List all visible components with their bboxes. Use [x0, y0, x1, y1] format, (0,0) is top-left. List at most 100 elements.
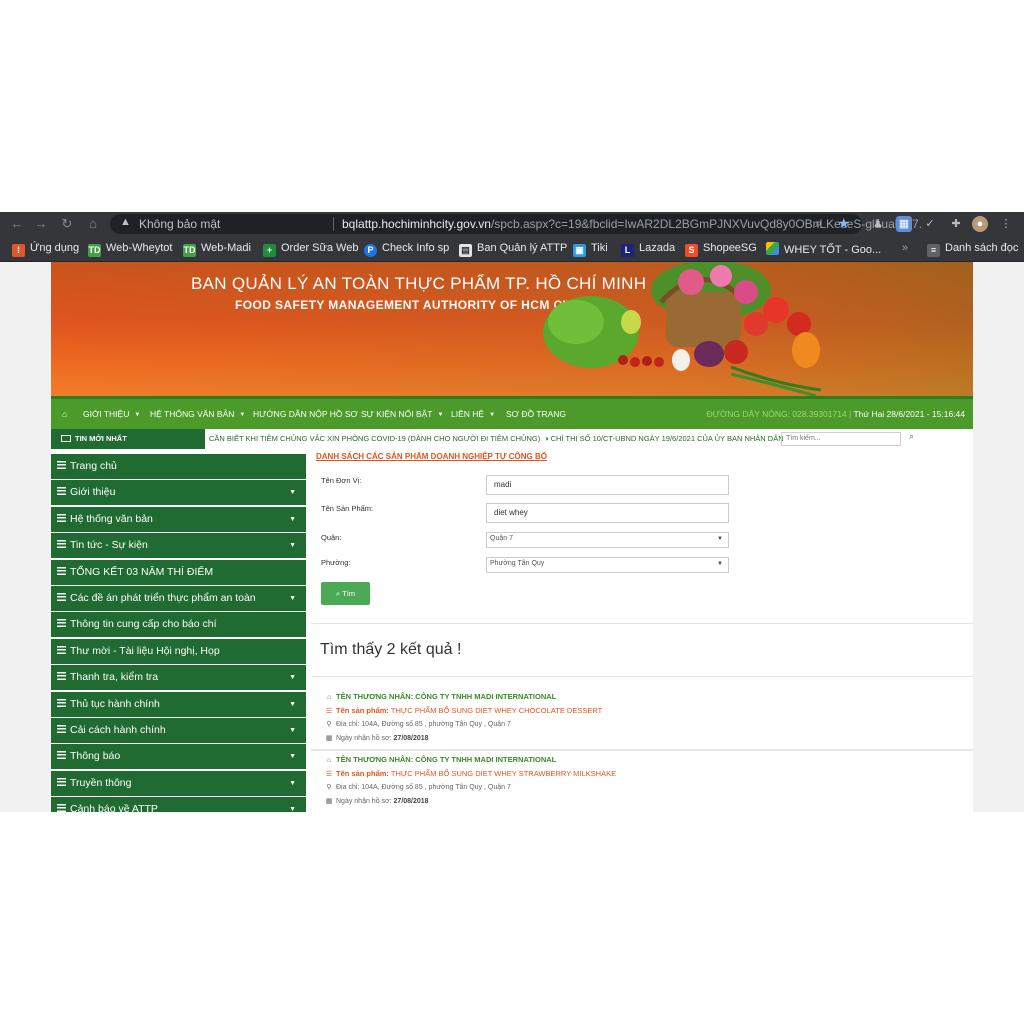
sheets-icon: + — [263, 244, 276, 257]
bookmark-star-icon[interactable]: ★ — [837, 215, 850, 232]
list-icon — [57, 513, 66, 522]
product-label: Tên Sản Phẩm: — [321, 504, 374, 513]
list-icon — [57, 804, 66, 812]
news-ticker-item[interactable]: CẦN BIẾT KHI TIÊM CHỦNG VẮC XIN PHÒNG CO… — [209, 429, 540, 449]
sidebar-item-trang-chu[interactable]: Trang chủ — [51, 454, 306, 479]
main-content: DANH SÁCH CÁC SẢN PHẨM DOANH NGHIỆP TỰ C… — [311, 449, 973, 812]
result-address: ⚲ Địa chỉ: 104A, Đường số 85 , phường Tân… — [326, 784, 511, 791]
chevron-down-icon: ▼ — [289, 779, 296, 787]
zoom-icon[interactable]: ⌕ — [815, 216, 822, 231]
chevron-down-icon: ▼ — [289, 515, 296, 523]
chevron-down-icon: ▼ — [134, 412, 141, 418]
sidebar-item-bao-chi[interactable]: Thông tin cung cấp cho báo chí — [51, 612, 306, 638]
news-label: TIN MỚI NHẤT — [51, 429, 205, 449]
bookmark-apps[interactable]: ⁞ Ứng dụng — [12, 242, 79, 257]
result-item[interactable]: ⌂ TÊN THƯƠNG NHÂN: CÔNG TY TNHH MADI INTE… — [325, 755, 965, 811]
url-text[interactable]: bqlattp.hochiminhcity.gov.vn/spcb.aspx?c… — [342, 217, 922, 231]
district-select[interactable]: Quận 7 ▼ — [486, 532, 729, 548]
sidebar-item-he-thong-van-ban[interactable]: Hệ thống văn bản ▼ — [51, 506, 306, 532]
chevron-down-icon: ▼ — [289, 595, 296, 602]
result-product[interactable]: ☰ Tên sản phẩm: THỰC PHẨM BỔ SUNG DIET WH… — [325, 706, 965, 720]
sidebar-item-gioi-thieu[interactable]: Giới thiệu ▼ — [51, 480, 306, 506]
dropdown-arrow-icon: ▼ — [717, 536, 723, 542]
back-arrow-icon[interactable]: ← — [8, 215, 26, 233]
extension-icon[interactable]: ▦ — [896, 216, 912, 232]
calendar-icon: ▦ — [325, 735, 333, 742]
nav-item-so-do-trang[interactable]: SƠ ĐỒ TRANG — [506, 399, 566, 429]
bookmark-check-info[interactable]: P Check Info sp — [364, 242, 449, 257]
chevron-down-icon: ▼ — [289, 727, 296, 734]
results-count: Tìm thấy 2 kết quả ! — [320, 641, 462, 658]
list-icon — [57, 619, 66, 628]
nav-home-icon[interactable]: ⌂ — [62, 399, 67, 429]
bookmark-web-wheytot[interactable]: TD Web-Wheytot — [88, 242, 172, 257]
newspaper-icon — [61, 435, 71, 442]
current-datetime: Thứ Hai 28/6/2021 - 15:16:44 — [853, 409, 965, 419]
bullet-icon: ◑ — [544, 434, 551, 443]
dropdown-arrow-icon: ▼ — [717, 561, 723, 567]
avatar[interactable]: ● — [972, 216, 988, 232]
results-panel: Tìm thấy 2 kết quả ! ⌂ TÊN THƯƠNG NHÂN: C… — [311, 623, 973, 812]
sidebar-item-truyen-thong[interactable]: Truyền thông ▼ — [51, 770, 306, 796]
nav-item-lien-he[interactable]: LIÊN HỆ ▼ — [451, 399, 495, 429]
search-icon[interactable]: ⌕ — [909, 431, 921, 445]
forward-arrow-icon[interactable]: → — [32, 215, 50, 233]
nav-item-he-thong-van-ban[interactable]: HỆ THỐNG VĂN BẢN ▼ — [150, 399, 245, 429]
bookmark-lazada[interactable]: L Lazada — [621, 242, 675, 257]
search-button[interactable]: ⌕ Tìm — [321, 582, 370, 605]
list-icon — [57, 725, 66, 733]
sidebar-item-tin-tuc[interactable]: Tin tức - Sự kiện ▼ — [51, 533, 306, 559]
chevron-down-icon: ▼ — [289, 489, 296, 497]
nav-item-gioi-thieu[interactable]: GIỚI THIỆU ▼ — [83, 399, 140, 429]
unit-label: Tên Đơn Vị: — [321, 476, 362, 485]
calendar-icon: ▦ — [325, 798, 333, 805]
nav-item-huong-dan[interactable]: HƯỚNG DẪN NỘP HỒ SƠ — [253, 399, 358, 429]
sidebar-item-thu-moi[interactable]: Thư mời - Tài liệu Hội nghị, Họp — [51, 638, 306, 664]
pinterest-like-icon: P — [364, 244, 377, 257]
bookmark-shopeesg[interactable]: S ShopeeSG — [685, 242, 757, 257]
drive-icon — [766, 242, 779, 255]
home-icon[interactable]: ⌂ — [84, 215, 102, 233]
sidebar-item-de-an[interactable]: Các đề án phát triển thực phẩm an toàn ▼ — [51, 586, 306, 611]
ward-select[interactable]: Phường Tân Quy ▼ — [486, 557, 729, 573]
bookmark-ban-quan-ly[interactable]: ▤ Ban Quản lý ATTP — [459, 242, 567, 257]
list-icon — [57, 593, 66, 601]
sidebar-item-tong-ket[interactable]: TỔNG KẾT 03 NĂM THÍ ĐIỂM — [51, 559, 306, 585]
td-icon: TD — [88, 244, 101, 257]
unit-input[interactable]: madi — [486, 475, 729, 495]
district-label: Quận: — [321, 533, 342, 542]
news-ticker-bar: TIN MỚI NHẤT CẦN BIẾT KHI TIÊM CHỦNG VẮC… — [51, 429, 973, 449]
sidebar-item-canh-bao[interactable]: Cảnh báo về ATTP ▼ — [51, 797, 306, 812]
list-icon — [57, 645, 66, 654]
main-navigation: ⌂ GIỚI THIỆU ▼ HỆ THỐNG VĂN BẢN ▼ HƯỚNG DẪ… — [51, 399, 973, 429]
bookmarks-overflow[interactable]: » — [902, 242, 908, 256]
reload-icon[interactable]: ↻ — [58, 215, 76, 233]
result-item[interactable]: ⌂ TÊN THƯƠNG NHÂN: CÔNG TY TNHH MADI INTE… — [325, 692, 965, 748]
sidebar-item-cai-cach[interactable]: Cải cách hành chính ▼ — [51, 718, 306, 743]
product-input[interactable]: diet whey — [486, 503, 729, 523]
bookmark-tiki[interactable]: ▣ Tiki — [573, 242, 608, 257]
chevron-down-icon: ▼ — [289, 700, 296, 708]
address-bar[interactable]: ▲ Không bảo mật bqlattp.hochiminhcity.go… — [110, 214, 922, 234]
puzzle-icon[interactable]: ✚ — [948, 216, 964, 232]
bookmark-web-madi[interactable]: TD Web-Madi — [183, 242, 251, 257]
sidebar-item-thong-bao[interactable]: Thông báo ▼ — [51, 744, 306, 770]
list-icon: ☰ — [325, 708, 333, 715]
bookmark-whey-tot[interactable]: WHEY TỐT - Goo... — [766, 242, 881, 256]
home-icon: ⌂ — [326, 694, 332, 701]
bookmark-order-sua-web[interactable]: + Order Sữa Web — [263, 242, 358, 257]
extension-icon[interactable]: ♟ — [870, 216, 886, 232]
menu-dots-icon[interactable]: ⋮ — [998, 216, 1014, 232]
reading-list[interactable]: ≡ Danh sách đọc — [927, 242, 1018, 257]
tiki-icon: ▣ — [573, 244, 586, 257]
result-product[interactable]: ☰ Tên sản phẩm: THỰC PHẨM BỔ SUNG DIET WH… — [325, 769, 965, 783]
sidebar-item-thu-tuc[interactable]: Thủ tục hành chính ▼ — [51, 691, 306, 717]
sidebar-item-thanh-tra[interactable]: Thanh tra, kiểm tra ▼ — [51, 665, 306, 691]
browser-window: ← → ↻ ⌂ ▲ Không bảo mật bqlattp.hochimin… — [0, 212, 1024, 812]
nav-item-su-kien[interactable]: SỰ KIỆN NỔI BẬT ▼ — [361, 399, 443, 429]
list-icon — [57, 461, 66, 469]
news-ticker-item[interactable]: ◑ CHỈ THỊ SỐ 10/CT-UBND NGÀY 19/6/2021 C… — [544, 429, 784, 449]
result-merchant: ⌂ TÊN THƯƠNG NHÂN: CÔNG TY TNHH MADI INTE… — [326, 755, 557, 764]
check-icon[interactable]: ✓ — [922, 216, 938, 232]
search-input[interactable]: Tìm kiếm... — [781, 432, 901, 446]
